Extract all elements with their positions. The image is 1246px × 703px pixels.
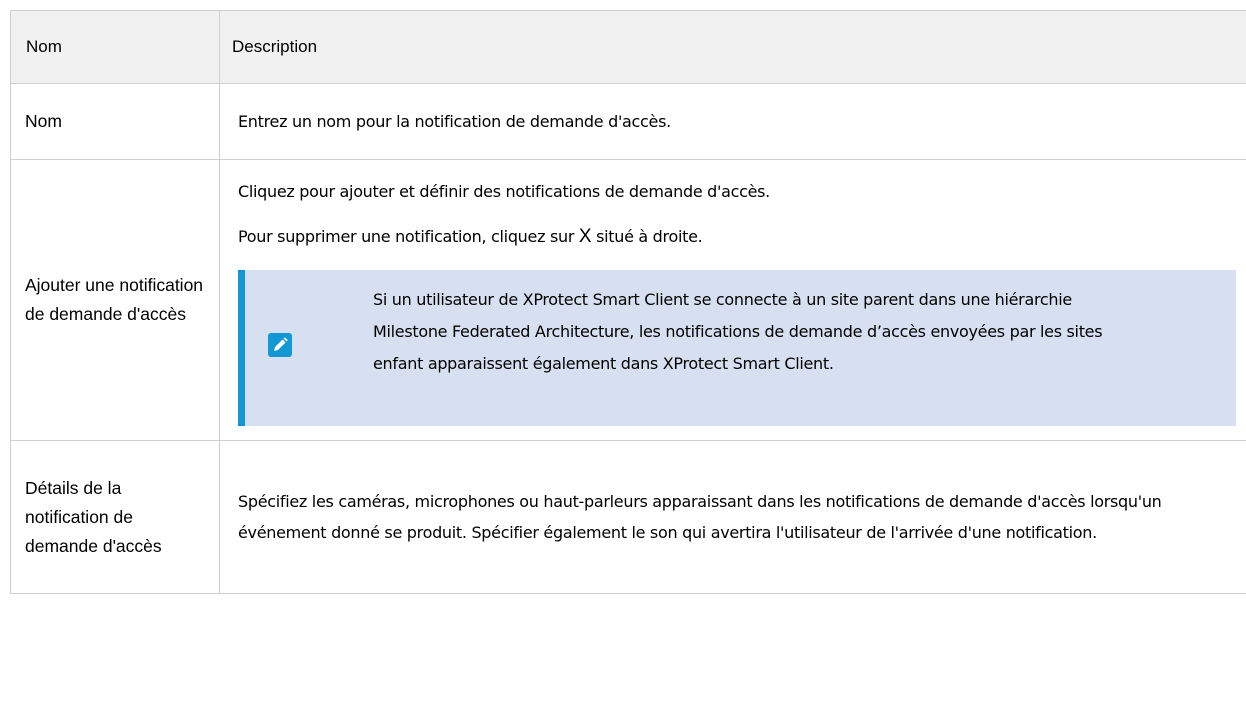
row-name-cell: Ajouter une notification de demande d'ac… bbox=[10, 159, 220, 441]
row-name-cell: Détails de la notification de demande d'… bbox=[10, 440, 220, 594]
table-row: Nom Entrez un nom pour la notification d… bbox=[10, 83, 1246, 160]
description-paragraph: Cliquez pour ajouter et définir des noti… bbox=[238, 182, 770, 201]
row-name-cell: Nom bbox=[10, 83, 220, 160]
description-text: situé à droite. bbox=[591, 227, 703, 246]
note-text: Si un utilisateur de XProtect Smart Clie… bbox=[373, 284, 1193, 380]
column-header-description: Description bbox=[219, 10, 1246, 84]
description-paragraph: Pour supprimer une notification, cliquez… bbox=[238, 221, 1232, 252]
pencil-icon bbox=[268, 333, 292, 357]
table-row: Détails de la notification de demande d'… bbox=[10, 440, 1246, 594]
description-text: Pour supprimer une notification, cliquez… bbox=[238, 227, 579, 246]
table-row: Ajouter une notification de demande d'ac… bbox=[10, 159, 1246, 441]
column-header-name: Nom bbox=[10, 10, 220, 84]
row-description-cell: Entrez un nom pour la notification de de… bbox=[219, 83, 1246, 160]
parameters-table: Nom Description Nom Entrez un nom pour l… bbox=[10, 10, 1246, 594]
row-description-cell: Cliquez pour ajouter et définir des noti… bbox=[219, 159, 1246, 441]
note-text-content: Si un utilisateur de XProtect Smart Clie… bbox=[373, 290, 1103, 373]
row-description-cell: Spécifiez les caméras, microphones ou ha… bbox=[219, 440, 1246, 594]
remove-x-mark: X bbox=[578, 226, 592, 247]
note-box: Si un utilisateur de XProtect Smart Clie… bbox=[238, 270, 1236, 426]
table-header-row: Nom Description bbox=[10, 10, 1246, 84]
